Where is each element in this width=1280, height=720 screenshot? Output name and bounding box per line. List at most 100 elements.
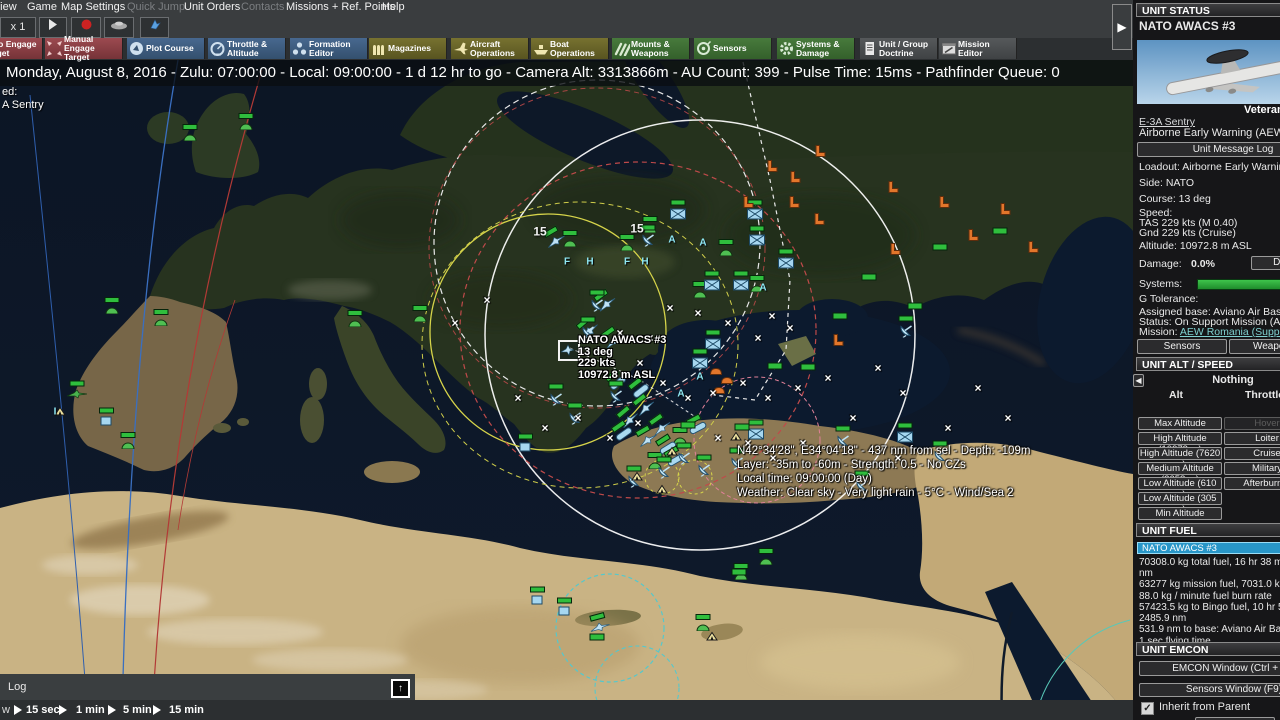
sensors-button[interactable]: Sensors [694,38,772,59]
contact-letter-label[interactable]: H [586,258,593,267]
reference-point-marker[interactable]: × [606,433,613,443]
reference-point-marker[interactable]: × [754,333,761,343]
alt-button-4[interactable]: Low Altitude (610 m) [1138,477,1222,490]
reference-point-marker[interactable]: × [574,413,581,423]
hostile-group-marker[interactable] [721,376,734,385]
hostile-unit-marker[interactable] [1027,241,1039,254]
menu-item-help[interactable]: Help [382,0,405,15]
installation-marker[interactable] [749,235,765,246]
contact-letter-label[interactable]: A [759,284,766,293]
alt-button-5[interactable]: Low Altitude (305 m) [1138,492,1222,505]
damage-button[interactable]: Damage [1251,256,1280,270]
hostile-unit-marker[interactable] [742,196,754,209]
throttle-button-afterburner[interactable]: Afterburner [1224,477,1280,490]
reference-point-marker[interactable]: × [824,373,831,383]
radar-site-marker[interactable] [899,325,913,338]
mission-link[interactable]: AEW Romania (Support mission) [1180,326,1280,338]
fuel-selected-unit[interactable]: NATO AWACS #3 [1137,542,1280,554]
alt-button-0[interactable]: Max Altitude [1138,417,1222,430]
facility-marker[interactable] [105,306,119,314]
hostile-unit-marker[interactable] [832,334,844,347]
reference-point-marker[interactable]: × [786,323,793,333]
map-viewport[interactable]: AAAAAFFHHI××××××××××××××××××××××××××××××… [0,0,1133,720]
reference-point-marker[interactable]: × [709,388,716,398]
play-button[interactable] [39,17,67,38]
hostile-unit-marker[interactable] [889,243,901,256]
installation-marker[interactable] [704,280,720,291]
facility-marker[interactable] [239,122,253,130]
installation-marker[interactable] [692,358,708,369]
radar-site-marker[interactable] [609,390,623,403]
systems-damage-button[interactable]: Systems &Damage [777,38,855,59]
pointer-tool-button[interactable] [140,17,169,38]
friendly-aircraft-marker[interactable] [635,398,656,417]
friendly-aircraft-marker[interactable] [67,390,87,399]
plot-course-button[interactable]: Plot Course [127,38,205,59]
message-log-bar[interactable]: Log ↑ [0,674,415,700]
contact-letter-label[interactable]: F [624,258,630,267]
alt-button-1[interactable]: High Altitude (10973 m) [1138,432,1222,445]
magazines-button[interactable]: Magazines [369,38,447,59]
facility-marker[interactable] [620,243,634,251]
boat-operations-button[interactable]: BoatOperations [531,38,609,59]
contact-letter-label[interactable]: F [564,258,570,267]
emcon-window-button[interactable]: EMCON Window (Ctrl + F9) [1139,661,1280,676]
alt-button-2[interactable]: High Altitude (7620 m) [1138,447,1222,460]
time-step-15-min[interactable]: 15 min [169,700,204,720]
facility-marker[interactable] [693,290,707,298]
throttle-button-loiter[interactable]: Loiter [1224,432,1280,445]
friendly-unit-marker[interactable] [559,607,570,616]
reference-point-marker[interactable]: × [514,393,521,403]
reference-point-marker[interactable]: × [874,363,881,373]
installation-marker[interactable] [778,258,794,269]
hostile-unit-marker[interactable] [967,229,979,242]
reference-point-marker[interactable]: × [849,413,856,423]
reference-point-marker[interactable]: × [451,318,458,328]
facility-marker[interactable] [759,557,773,565]
installation-marker[interactable] [733,280,749,291]
installation-marker[interactable] [670,209,686,220]
time-step-15-sec[interactable]: 15 sec [26,700,60,720]
friendly-ship-marker[interactable] [615,426,634,442]
weapons-button[interactable]: Weapons [1229,339,1280,354]
facility-marker[interactable] [413,314,427,322]
throttle-altitude-button[interactable]: Throttle &Altitude [208,38,286,59]
reference-point-marker[interactable]: × [944,423,951,433]
menu-item-missions-ref-points[interactable]: Missions + Ref. Points [286,0,395,15]
hostile-unit-marker[interactable] [788,196,800,209]
radar-site-marker[interactable] [549,393,563,406]
hostile-unit-marker[interactable] [999,203,1011,216]
sensors-window-button[interactable]: Sensors Window (F9) [1139,683,1280,697]
reference-point-marker[interactable]: × [541,423,548,433]
reference-point-marker[interactable]: × [684,393,691,403]
manual-engage-target-button[interactable]: ManualEngage Target [45,38,123,59]
play-15-min-icon[interactable] [153,705,161,715]
reference-point-marker[interactable]: × [794,383,801,393]
menu-item-unit-orders[interactable]: Unit Orders [184,0,240,15]
hostile-unit-marker[interactable] [813,213,825,226]
menu-item-map-settings[interactable]: Map Settings [61,0,125,15]
reference-point-marker[interactable]: × [694,308,701,318]
installation-marker[interactable] [897,432,913,443]
radar-site-marker[interactable] [590,299,604,312]
friendly-unit-marker[interactable] [532,596,543,605]
mission-editor-button[interactable]: MissionEditor [939,38,1017,59]
selected-unit-icon[interactable] [558,340,580,361]
facility-marker[interactable] [154,318,168,326]
reference-point-marker[interactable]: × [739,378,746,388]
contact-marker[interactable] [706,632,718,641]
alt-button-6[interactable]: Min Altitude [1138,507,1222,520]
contact-marker[interactable] [631,472,643,481]
time-compression-display[interactable]: x 1 [0,17,36,38]
reference-point-marker[interactable]: × [768,311,775,321]
friendly-unit-marker[interactable] [101,417,112,426]
radar-site-marker[interactable] [697,464,711,477]
auto-engage-target-button[interactable]: Auto EngageTarget [0,38,43,59]
reference-point-marker[interactable]: × [974,383,981,393]
reference-point-marker[interactable]: × [764,393,771,403]
contact-marker[interactable] [730,432,742,441]
formation-editor-button[interactable]: FormationEditor [290,38,368,59]
facility-marker[interactable] [121,441,135,449]
hostile-unit-marker[interactable] [766,160,778,173]
facility-marker[interactable] [719,248,733,256]
